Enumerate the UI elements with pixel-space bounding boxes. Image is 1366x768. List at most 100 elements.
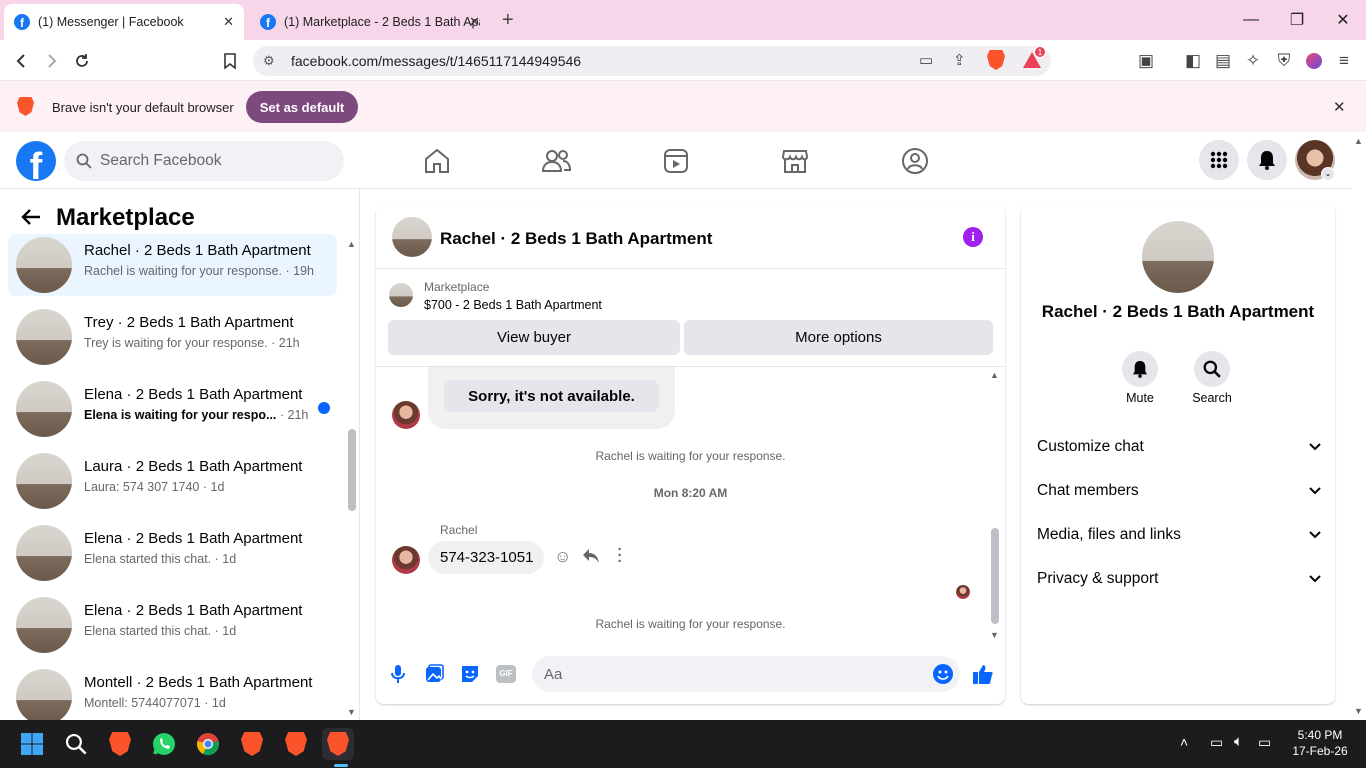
chrome-taskbar-icon[interactable] xyxy=(192,728,224,760)
scroll-up-arrow[interactable]: ▲ xyxy=(347,239,356,249)
menu-icon[interactable]: ≡ xyxy=(1331,48,1357,74)
clock-date[interactable]: 17-Feb-26 xyxy=(1288,744,1352,758)
tab-messenger[interactable]: f (1) Messenger | Facebook ✕ xyxy=(4,4,244,40)
search-conversation-button[interactable] xyxy=(1194,351,1230,387)
whatsapp-taskbar-icon[interactable] xyxy=(148,728,180,760)
back-arrow-icon[interactable] xyxy=(20,206,42,233)
quick-reply-chip[interactable]: Sorry, it's not available. xyxy=(444,380,659,412)
more-options-button[interactable]: More options xyxy=(684,320,993,355)
close-tab-icon[interactable]: ✕ xyxy=(223,14,234,30)
wallet-icon[interactable]: ▤ xyxy=(1210,48,1236,74)
brave-active-taskbar-icon[interactable] xyxy=(322,728,354,760)
phone-message-bubble[interactable]: 574-323-1051 xyxy=(428,541,544,574)
network-icon[interactable]: ▭ xyxy=(1210,734,1223,751)
customize-chat-section[interactable]: Customize chat xyxy=(1037,432,1321,462)
page-scrollbar[interactable]: ▲ ▼ xyxy=(1352,132,1366,720)
minimize-button[interactable]: — xyxy=(1228,0,1274,40)
notifications-button[interactable] xyxy=(1247,140,1287,180)
photo-icon[interactable] xyxy=(425,664,444,688)
listing-thumbnail xyxy=(16,309,72,365)
emoji-icon[interactable] xyxy=(933,664,953,684)
conversation-item[interactable]: Elena · 2 Beds 1 Bath Apartment Elena st… xyxy=(8,522,337,584)
profile-icon[interactable] xyxy=(1301,48,1327,74)
conversation-item[interactable]: Rachel · 2 Beds 1 Bath Apartment Rachel … xyxy=(8,234,337,296)
privacy-support-section[interactable]: Privacy & support xyxy=(1037,564,1321,594)
marketplace-icon[interactable] xyxy=(779,146,811,176)
view-buyer-button[interactable]: View buyer xyxy=(388,320,680,355)
conversation-item[interactable]: Elena · 2 Beds 1 Bath Apartment Elena st… xyxy=(8,594,337,656)
battery-icon[interactable]: ▭ xyxy=(1258,734,1271,751)
more-actions-icon[interactable]: · · · xyxy=(616,542,624,569)
like-icon[interactable] xyxy=(972,663,994,690)
volume-icon[interactable]: 🔈︎ xyxy=(1234,733,1243,750)
facebook-logo[interactable]: f xyxy=(16,141,56,181)
new-tab-button[interactable]: + xyxy=(502,10,514,30)
scroll-down-arrow[interactable]: ▼ xyxy=(347,707,356,717)
scroll-up-arrow[interactable]: ▲ xyxy=(990,370,999,380)
listing-thumbnail xyxy=(16,525,72,581)
chevron-up-icon[interactable]: ˄ xyxy=(1180,734,1188,750)
system-message: Rachel is waiting for your response. xyxy=(595,617,786,631)
chat-members-section[interactable]: Chat members xyxy=(1037,476,1321,506)
share-icon[interactable]: ⇪ xyxy=(953,51,966,69)
reload-icon[interactable] xyxy=(69,48,95,74)
reply-icon[interactable] xyxy=(582,548,600,569)
mute-button[interactable] xyxy=(1122,351,1158,387)
brave-taskbar-icon[interactable] xyxy=(104,728,136,760)
clock-time[interactable]: 5:40 PM xyxy=(1288,728,1352,742)
set-default-button[interactable]: Set as default xyxy=(246,91,358,123)
message-timestamp: Mon 8:20 AM xyxy=(653,486,728,500)
reader-mode-icon[interactable]: ▣ xyxy=(1133,48,1159,74)
scroll-down-arrow[interactable]: ▼ xyxy=(1354,706,1363,716)
bookmark-icon[interactable] xyxy=(217,48,243,74)
close-window-button[interactable]: ✕ xyxy=(1320,0,1366,40)
brave-shields-icon[interactable] xyxy=(987,50,1005,70)
install-app-icon[interactable]: ▭ xyxy=(919,51,933,69)
friends-icon[interactable] xyxy=(540,146,572,176)
account-avatar[interactable]: ⌄ xyxy=(1295,140,1335,181)
chat-title[interactable]: Rachel · 2 Beds 1 Bath Apartment xyxy=(440,229,712,249)
rachel-avatar[interactable] xyxy=(392,401,420,429)
conversation-item[interactable]: Laura · 2 Beds 1 Bath Apartment Laura: 5… xyxy=(8,450,337,512)
close-infobar-icon[interactable]: ✕ xyxy=(1333,98,1346,116)
brave-profile-taskbar-icon[interactable] xyxy=(236,728,268,760)
listing-detail[interactable]: $700 - 2 Beds 1 Bath Apartment xyxy=(424,298,602,312)
conversation-item[interactable]: Elena · 2 Beds 1 Bath Apartment Elena is… xyxy=(8,378,337,440)
vpn-icon[interactable]: ⛨ xyxy=(1271,48,1297,74)
chat-scrollbar-thumb[interactable] xyxy=(991,528,999,624)
address-bar[interactable]: ⚙ facebook.com/messages/t/14651171449495… xyxy=(253,46,1051,76)
info-icon[interactable]: i xyxy=(963,227,983,247)
gif-icon[interactable]: GIF xyxy=(496,665,516,683)
scroll-up-arrow[interactable]: ▲ xyxy=(1354,136,1363,146)
video-icon[interactable] xyxy=(660,146,692,176)
sticker-icon[interactable] xyxy=(460,664,480,689)
chat-info-avatar[interactable] xyxy=(1142,221,1214,293)
leo-ai-icon[interactable]: ✧ xyxy=(1240,48,1266,74)
list-scrollbar-thumb[interactable] xyxy=(348,429,356,511)
menu-grid-button[interactable] xyxy=(1199,140,1239,180)
react-icon[interactable]: ☺ xyxy=(554,547,571,567)
groups-icon[interactable] xyxy=(899,146,931,176)
brave-profile-taskbar-icon[interactable] xyxy=(280,728,312,760)
brave-rewards-icon[interactable]: 1 xyxy=(1021,46,1046,72)
bell-icon xyxy=(1259,151,1275,170)
chat-avatar[interactable] xyxy=(392,217,432,257)
start-button[interactable] xyxy=(16,728,48,760)
taskbar-search-button[interactable] xyxy=(60,728,92,760)
site-settings-icon[interactable]: ⚙ xyxy=(263,53,275,69)
search-input[interactable]: Search Facebook xyxy=(64,141,344,181)
media-files-links-section[interactable]: Media, files and links xyxy=(1037,520,1321,550)
conversation-item[interactable]: Montell · 2 Beds 1 Bath Apartment Montel… xyxy=(8,666,337,720)
rachel-avatar[interactable] xyxy=(392,546,420,574)
home-icon[interactable] xyxy=(421,146,453,176)
sidebar-icon[interactable]: ◧ xyxy=(1180,48,1206,74)
close-tab-icon[interactable]: ✕ xyxy=(469,14,480,30)
microphone-icon[interactable] xyxy=(390,664,406,689)
tab-marketplace[interactable]: f (1) Marketplace - 2 Beds 1 Bath Apart … xyxy=(250,4,490,40)
maximize-button[interactable]: ❐ xyxy=(1274,0,1320,40)
back-icon[interactable] xyxy=(9,48,35,74)
forward-icon[interactable] xyxy=(38,48,64,74)
scroll-down-arrow[interactable]: ▼ xyxy=(990,630,999,640)
conversation-item[interactable]: Trey · 2 Beds 1 Bath Apartment Trey is w… xyxy=(8,306,337,368)
message-input[interactable]: Aa xyxy=(532,656,960,692)
